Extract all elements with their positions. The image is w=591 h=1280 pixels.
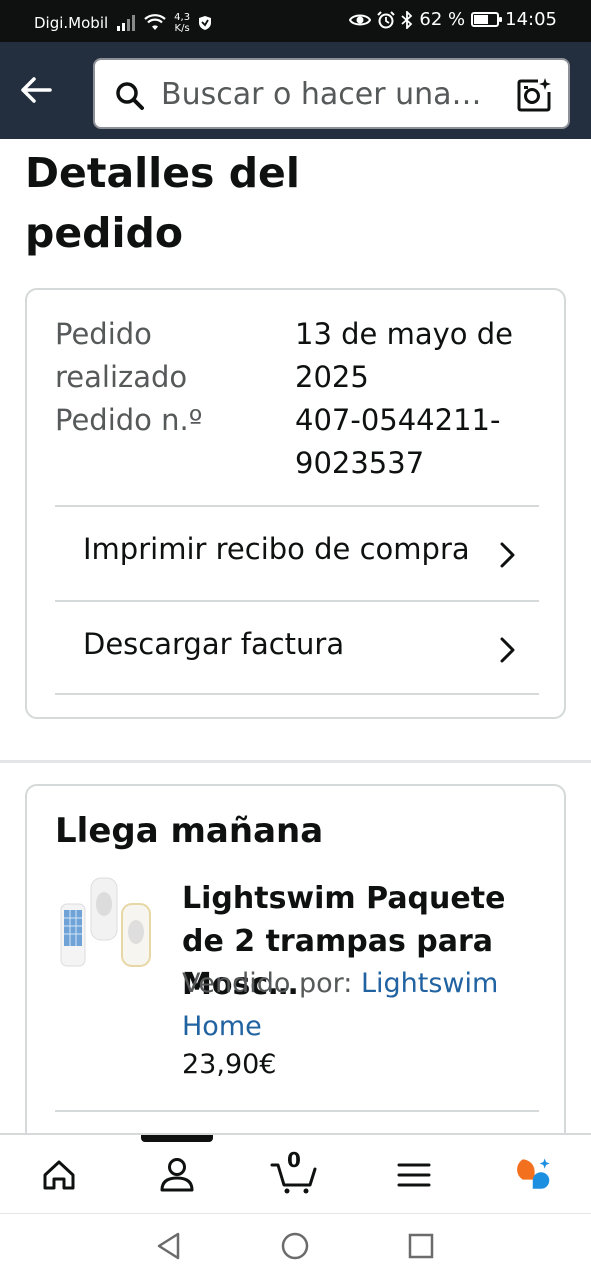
status-left: Digi.Mobil 4,3 K/s (34, 12, 212, 34)
search-input[interactable] (161, 72, 501, 116)
account-icon[interactable] (155, 1155, 199, 1195)
search-bar[interactable] (93, 58, 570, 129)
order-number-row: Pedido n.º 407-0544211-9023537 (55, 399, 500, 480)
order-details-card: Pedido realizado 13 de mayo de 2025 Pedi… (25, 288, 566, 719)
search-icon (116, 82, 144, 110)
shield-icon (199, 16, 212, 30)
bluetooth-icon (401, 10, 413, 29)
system-back-icon[interactable] (154, 1231, 184, 1261)
status-right: 62 % 14:05 (349, 9, 557, 30)
cart-count: 0 (287, 1148, 301, 1172)
download-invoice-link[interactable]: Descargar factura (55, 600, 539, 695)
sold-by-label: Vendido por: (182, 968, 353, 999)
system-home-icon[interactable] (280, 1231, 310, 1261)
system-nav-bar (0, 1213, 591, 1280)
wifi-icon (144, 14, 166, 30)
carrier-label: Digi.Mobil (34, 14, 109, 32)
order-number-value: 407-0544211-9023537 (295, 403, 501, 480)
page-title: Detalles del pedido (25, 149, 300, 257)
battery-icon (471, 12, 503, 27)
chevron-right-icon (500, 637, 515, 663)
order-date-label: Pedido realizado (55, 317, 188, 394)
back-arrow-icon[interactable] (18, 72, 54, 108)
seller-line: Vendido por: Lightswim Home (182, 962, 542, 1048)
alarm-icon (377, 10, 396, 28)
download-invoice-label: Descargar factura (83, 627, 345, 661)
network-speed: 4,3 K/s (174, 12, 190, 34)
bottom-nav: 0 (0, 1133, 591, 1213)
clock: 14:05 (505, 9, 557, 30)
print-receipt-label: Imprimir recibo de compra (83, 532, 470, 566)
system-recents-icon[interactable] (406, 1231, 436, 1261)
rufus-assistant-icon[interactable] (508, 1155, 552, 1195)
battery-percent: 62 % (419, 9, 466, 30)
delivery-heading: Llega mañana (55, 811, 324, 851)
product-image[interactable] (55, 874, 159, 984)
speed-value: 4,3 (174, 12, 191, 23)
print-receipt-link[interactable]: Imprimir recibo de compra (55, 505, 539, 600)
product-price: 23,90€ (182, 1049, 277, 1080)
active-tab-indicator (141, 1135, 213, 1142)
chevron-right-icon (500, 542, 515, 568)
order-date-value: 13 de mayo de 2025 (295, 317, 513, 394)
order-date-row: Pedido realizado 13 de mayo de 2025 (55, 313, 513, 399)
signal-icon (117, 15, 136, 31)
camera-lens-icon[interactable] (516, 77, 552, 113)
delivery-separator (55, 1110, 539, 1112)
section-divider (0, 760, 591, 763)
speed-unit: K/s (174, 23, 190, 34)
order-number-label: Pedido n.º (55, 403, 203, 437)
status-bar: Digi.Mobil 4,3 K/s 62 % 14:05 (0, 0, 591, 42)
cart-button[interactable]: 0 (270, 1148, 317, 1195)
eye-icon (349, 14, 372, 25)
menu-icon[interactable] (392, 1155, 436, 1195)
app-header (0, 42, 591, 139)
home-icon[interactable] (37, 1155, 81, 1195)
